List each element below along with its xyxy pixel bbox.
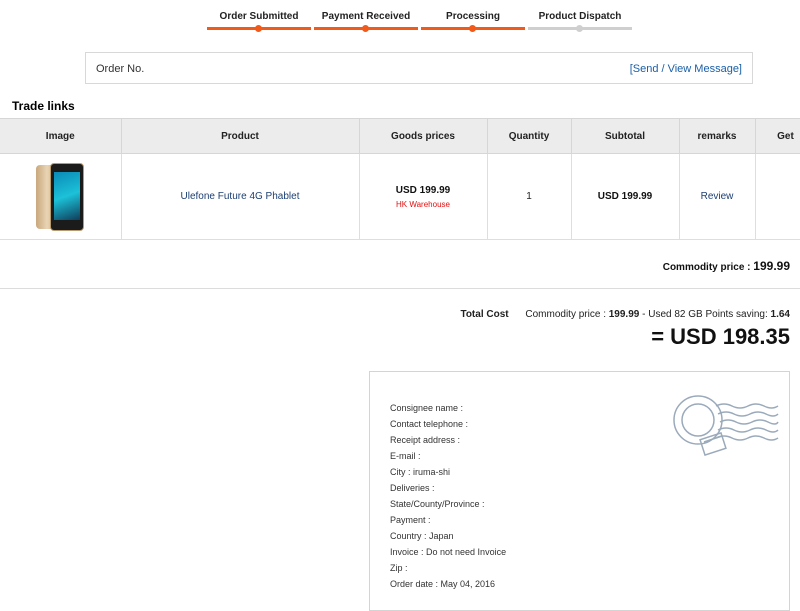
deliveries: Deliveries : (390, 483, 435, 493)
step-dot (469, 25, 476, 32)
city: City : iruma-shi (390, 467, 451, 477)
order-number-label: Order No. (96, 63, 145, 75)
order-items-table: Image Product Goods prices Quantity Subt… (0, 118, 800, 240)
country: Country : Japan (390, 531, 454, 541)
phone-front (50, 162, 85, 231)
review-link[interactable]: Review (701, 191, 734, 202)
step-label: Payment Received (321, 11, 411, 22)
goods-price: USD 199.99 (395, 184, 451, 196)
step-order-submitted: Order Submitted (207, 0, 311, 40)
step-label: Product Dispatch (538, 11, 622, 22)
table-header-row: Image Product Goods prices Quantity Subt… (0, 118, 800, 154)
commodity-price: Commodity price : 199.99 (663, 259, 790, 273)
step-label: Processing (446, 11, 500, 22)
postmark-stamp-icon (673, 395, 779, 456)
header-image: Image (0, 118, 122, 154)
phone-screen (54, 171, 81, 220)
commodity-price-label: Commodity price : (662, 262, 751, 273)
step-dot (255, 25, 262, 32)
header-product: Product (121, 118, 360, 154)
commodity-price-value: 199.99 (753, 259, 790, 273)
product-image-cell (0, 153, 122, 240)
trade-links-title: Trade links (12, 99, 75, 113)
state-county-province: State/County/Province : (390, 499, 485, 509)
address-field-list: Consignee name : Contact telephone : Rec… (390, 400, 506, 592)
payment: Payment : (390, 515, 431, 525)
order-date: Order date : May 04, 2016 (390, 579, 496, 589)
email: E-mail : (390, 451, 421, 461)
step-processing: Processing (421, 0, 525, 40)
header-quantity: Quantity (487, 118, 572, 154)
phone-product-image[interactable] (36, 162, 85, 231)
points-saving-text: - Used 82 GB Points saving: (642, 309, 768, 320)
grand-total: = USD 198.35 (651, 324, 790, 349)
warehouse-label: HK Warehouse (396, 199, 450, 209)
points-saving-value: 1.64 (770, 309, 790, 320)
order-info-box: Order No. [Send / View Message] (85, 52, 753, 84)
subtotal-cell: USD 199.99 (571, 153, 680, 240)
remarks-cell: Review (679, 153, 756, 240)
zip: Zip : (390, 563, 408, 573)
subtotal-value: USD 199.99 (597, 191, 653, 202)
table-row: Ulefone Future 4G Phablet USD 199.99 HK … (0, 153, 800, 240)
total-cost-label: Total Cost (460, 309, 509, 320)
shipping-address-card: Consignee name : Contact telephone : Rec… (369, 371, 790, 611)
order-progress: Order Submitted Payment Received Process… (0, 0, 800, 40)
header-goods-prices: Goods prices (359, 118, 488, 154)
header-subtotal: Subtotal (571, 118, 680, 154)
product-name-cell: Ulefone Future 4G Phablet (121, 153, 360, 240)
header-remarks: remarks (679, 118, 756, 154)
step-label: Order Submitted (219, 11, 299, 22)
total-commodity-value: 199.99 (608, 309, 640, 320)
divider (0, 288, 800, 289)
quantity-cell: 1 (487, 153, 572, 240)
get-cell (755, 153, 800, 240)
product-name-link[interactable]: Ulefone Future 4G Phablet (181, 191, 300, 202)
send-view-message-link[interactable]: [Send / View Message] (630, 63, 742, 75)
header-get: Get (755, 118, 800, 154)
goods-price-cell: USD 199.99 HK Warehouse (359, 153, 488, 240)
total-commodity-label: Commodity price : (525, 309, 606, 320)
total-cost-line: Total Cost Commodity price : 199.99 - Us… (460, 309, 790, 320)
step-product-dispatch: Product Dispatch (528, 0, 632, 40)
invoice: Invoice : Do not need Invoice (390, 547, 507, 557)
consignee-name: Consignee name : (390, 403, 464, 413)
receipt-address: Receipt address : (390, 435, 461, 445)
step-dot (576, 25, 583, 32)
contact-telephone: Contact telephone : (390, 419, 469, 429)
step-payment-received: Payment Received (314, 0, 418, 40)
step-dot (362, 25, 369, 32)
